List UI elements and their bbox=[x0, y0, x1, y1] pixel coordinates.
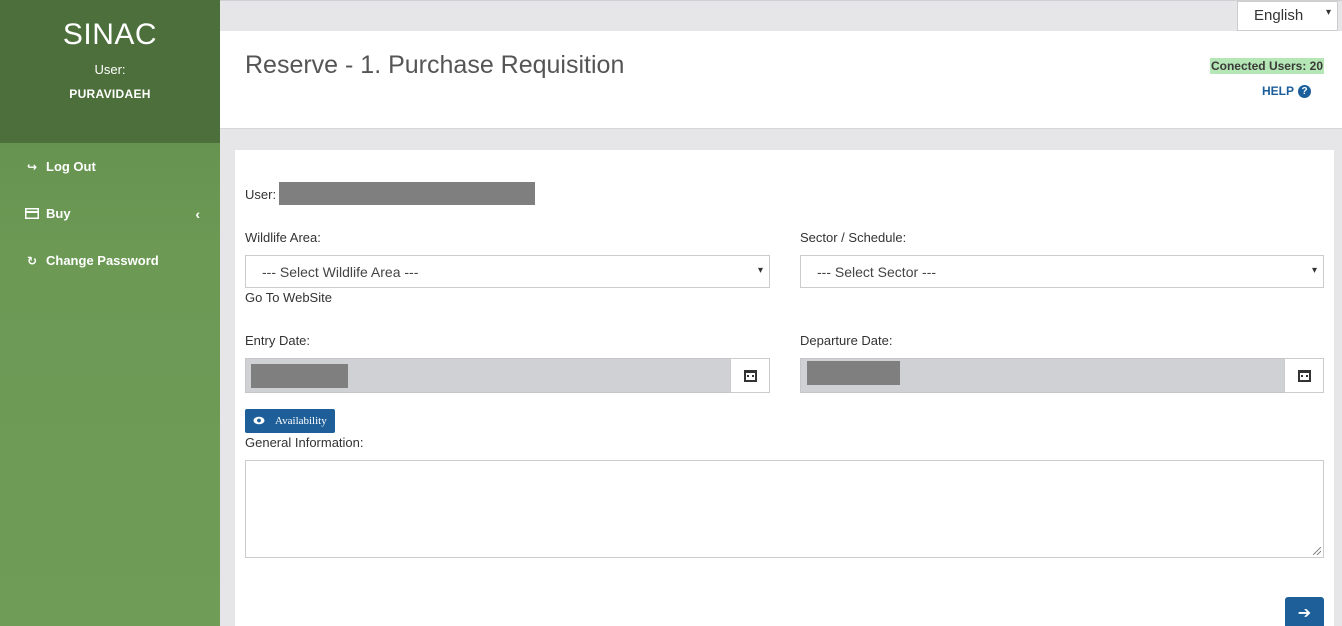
credit-card-icon bbox=[24, 208, 40, 219]
calendar-icon bbox=[1297, 369, 1311, 382]
sidebar-nav: ↪ Log Out Buy ‹ ↻ Change Password bbox=[0, 143, 220, 284]
sector-schedule-label: Sector / Schedule: bbox=[800, 230, 907, 245]
user-name: PURAVIDAEH bbox=[69, 87, 151, 101]
arrow-right-icon: ➔ bbox=[1297, 605, 1312, 622]
sidebar-item-label: Change Password bbox=[46, 253, 159, 268]
sidebar-item-buy[interactable]: Buy ‹ bbox=[0, 190, 220, 237]
user-field-label: User: bbox=[245, 187, 277, 202]
sidebar-item-label: Log Out bbox=[46, 159, 96, 174]
chevron-down-icon: ▾ bbox=[757, 265, 763, 276]
entry-date-input[interactable] bbox=[245, 358, 731, 393]
entry-date-label: Entry Date: bbox=[245, 333, 311, 348]
general-information-textarea[interactable] bbox=[245, 460, 1324, 558]
wildlife-area-label: Wildlife Area: bbox=[245, 230, 321, 245]
language-select[interactable]: English ▾ bbox=[1237, 1, 1338, 31]
help-label: HELP bbox=[1261, 84, 1294, 98]
top-bar: English ▾ bbox=[220, 0, 1342, 31]
page-title: Reserve - 1. Purchase Requisition bbox=[245, 51, 625, 79]
general-information-label: General Information: bbox=[245, 435, 364, 450]
sidebar-item-label: Buy bbox=[46, 206, 71, 221]
redacted-entry-date bbox=[251, 364, 348, 388]
redacted-departure-date bbox=[807, 361, 900, 385]
next-button[interactable]: ➔ bbox=[1285, 597, 1324, 626]
help-link[interactable]: HELP ? bbox=[1262, 84, 1311, 98]
sidebar-item-log-out[interactable]: ↪ Log Out bbox=[0, 143, 220, 190]
departure-date-input[interactable] bbox=[800, 358, 1285, 393]
chevron-left-icon[interactable]: ‹ bbox=[195, 206, 200, 222]
page-header: Reserve - 1. Purchase Requisition Conect… bbox=[220, 31, 1342, 129]
departure-date-calendar-button[interactable] bbox=[1284, 358, 1324, 393]
go-to-website-link[interactable]: Go To WebSite bbox=[245, 290, 332, 305]
redacted-user-value bbox=[279, 182, 535, 205]
chevron-down-icon: ▾ bbox=[1325, 7, 1331, 18]
availability-button[interactable]: Availability bbox=[245, 409, 335, 433]
language-value: English bbox=[1254, 7, 1304, 24]
user-label: User: bbox=[94, 62, 126, 77]
sector-select[interactable]: --- Select Sector --- ▾ bbox=[800, 255, 1324, 288]
purchase-form-panel: User: Wildlife Area: --- Select Wildlife… bbox=[235, 150, 1334, 626]
availability-label: Availability bbox=[275, 415, 327, 427]
brand-logo-text: SINAC bbox=[62, 18, 158, 51]
connected-users-badge: Conected Users: 20 bbox=[1209, 58, 1324, 74]
sidebar-item-change-password[interactable]: ↻ Change Password bbox=[0, 237, 220, 284]
sidebar-header: SINAC User: PURAVIDAEH bbox=[0, 0, 220, 143]
refresh-icon: ↻ bbox=[26, 253, 38, 268]
resize-handle-icon[interactable] bbox=[1313, 547, 1321, 555]
sign-out-icon: ↪ bbox=[26, 159, 38, 174]
sector-value: --- Select Sector --- bbox=[817, 264, 937, 280]
calendar-icon bbox=[743, 369, 757, 382]
chevron-down-icon: ▾ bbox=[1311, 265, 1317, 276]
entry-date-calendar-button[interactable] bbox=[730, 358, 770, 393]
question-circle-icon: ? bbox=[1298, 84, 1311, 98]
wildlife-area-select[interactable]: --- Select Wildlife Area --- ▾ bbox=[245, 255, 770, 288]
departure-date-label: Departure Date: bbox=[800, 333, 893, 348]
wildlife-area-value: --- Select Wildlife Area --- bbox=[262, 264, 419, 280]
eye-icon bbox=[253, 415, 265, 428]
sidebar: SINAC User: PURAVIDAEH ↪ Log Out Buy ‹ ↻… bbox=[0, 0, 220, 626]
